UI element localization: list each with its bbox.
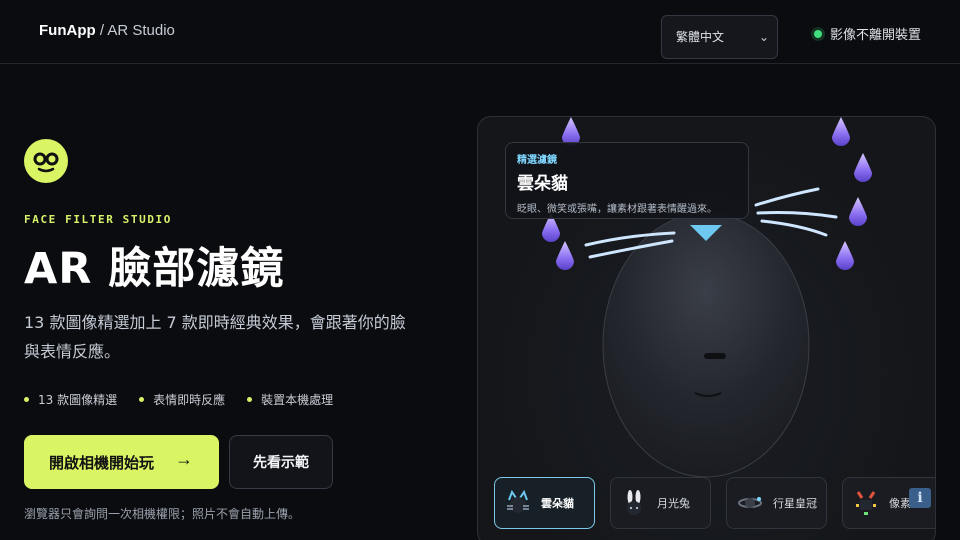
raindrop-icon <box>832 117 850 146</box>
whisker-right <box>754 187 820 207</box>
featured-filter-name: 雲朵貓 <box>517 174 568 194</box>
raindrop-icon <box>849 197 867 226</box>
cloud-cat-icon <box>507 490 529 513</box>
privacy-note: 影像不離開裝置 <box>830 28 922 43</box>
filter-option-label: 行星皇冠 <box>773 497 817 510</box>
privacy-status: 影像不離開裝置 <box>814 24 921 43</box>
ar-preview-stage: 精選濾鏡 雲朵貓 眨眼、微笑或張嘴，讓素材跟著表情醒過來。 雲朵貓 月光兔 行星… <box>477 116 936 540</box>
arrow-right-icon: → <box>175 449 193 469</box>
face-eyes <box>704 353 726 359</box>
featured-filter-card: 精選濾鏡 雲朵貓 眨眼、微笑或張嘴，讓素材跟著表情醒過來。 <box>505 142 749 219</box>
glasses-face-icon <box>24 139 68 183</box>
feature-item: 13 款圖像精選 <box>24 391 117 408</box>
page-title: AR 臉部濾鏡 <box>24 244 285 294</box>
open-camera-button[interactable]: 開啟相機開始玩 → <box>24 435 219 489</box>
filter-option-moon-rabbit[interactable]: 月光兔 <box>610 477 711 529</box>
raindrop-icon <box>836 241 854 270</box>
moon-rabbit-icon <box>627 490 641 515</box>
brand-separator: / <box>99 22 104 39</box>
open-camera-label: 開啟相機開始玩 <box>49 454 155 472</box>
eyebrow-label: FACE FILTER STUDIO <box>24 213 173 226</box>
pixel-ghost-icon <box>856 491 876 515</box>
feature-item: 表情即時反應 <box>139 391 225 408</box>
view-demo-button[interactable]: 先看示範 <box>229 435 333 489</box>
permission-footnote: 瀏覽器只會詢問一次相機權限；照片不會自動上傳。 <box>24 507 301 521</box>
planet-crown-icon <box>738 497 762 508</box>
top-bar: FunApp / AR Studio 繁體中文 ⌄ 影像不離開裝置 <box>0 0 960 64</box>
filter-picker: 雲朵貓 月光兔 行星皇冠 像素鬼 <box>494 477 935 529</box>
filter-option-cloud-cat[interactable]: 雲朵貓 <box>494 477 595 529</box>
status-dot-icon <box>814 29 822 38</box>
brand-subtitle: AR Studio <box>107 22 175 39</box>
feature-item: 裝置本機處理 <box>247 391 333 408</box>
language-select-value: 繁體中文 <box>676 30 725 44</box>
filter-option-label: 月光兔 <box>657 497 690 510</box>
raindrop-icon <box>854 153 872 182</box>
language-select[interactable]: 繁體中文 ⌄ <box>661 15 778 59</box>
feature-list: 13 款圖像精選 表情即時反應 裝置本機處理 <box>24 391 333 408</box>
featured-tag: 精選濾鏡 <box>517 155 557 166</box>
whisker-right <box>756 211 838 219</box>
filter-option-planet-crown[interactable]: 行星皇冠 <box>726 477 827 529</box>
chevron-down-icon: ⌄ <box>758 30 769 44</box>
hero-description: 13 款圖像精選加上 7 款即時經典效果，會跟著你的臉與表情反應。 <box>24 313 406 361</box>
brand[interactable]: FunApp / AR Studio <box>39 22 175 39</box>
whisker-right <box>760 219 828 237</box>
info-button[interactable]: i <box>909 488 931 508</box>
filter-option-label: 雲朵貓 <box>541 497 574 510</box>
brand-name: FunApp <box>39 22 96 39</box>
face-shape <box>602 212 810 478</box>
raindrop-icon <box>556 241 574 270</box>
featured-filter-hint: 眨眼、微笑或張嘴，讓素材跟著表情醒過來。 <box>517 204 717 215</box>
